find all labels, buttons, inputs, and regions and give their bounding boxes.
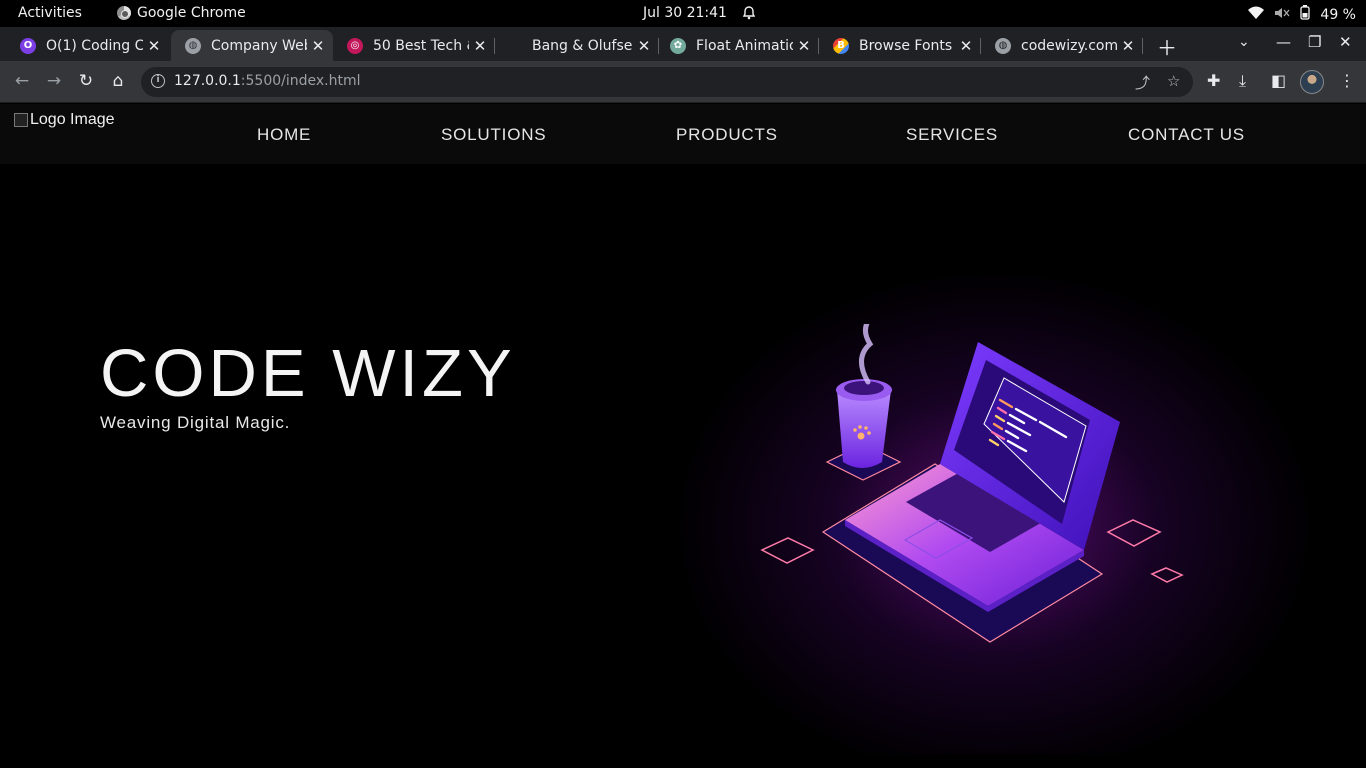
site-info-icon[interactable]: i — [151, 74, 165, 88]
url-host: 127.0.0.1 — [174, 73, 241, 89]
nav-services[interactable]: SERVICES — [906, 125, 998, 145]
tab-title: Float Animation — [696, 37, 793, 54]
floating-tile — [1150, 567, 1184, 583]
logo-alt-text: Logo Image — [30, 111, 115, 128]
hero-title: CODE WIZY — [100, 336, 516, 411]
tab-strip: O O(1) Coding Club ✕ ◍ Company Website ✕… — [0, 27, 1366, 61]
alarm-icon — [741, 5, 757, 25]
tab-title: Browse Fonts — [859, 37, 953, 54]
system-top-bar: Activities Google Chrome Jul 30 21:41 49… — [0, 0, 1366, 27]
browser-toolbar: ← → ↻ ⌂ i 127.0.0.1:5500/index.html ⤴ ☆ … — [0, 61, 1366, 103]
restore-icon[interactable]: ❐ — [1308, 33, 1321, 51]
cup-opening — [844, 381, 884, 395]
tab-float-animation[interactable]: ✿ Float Animation ✕ — [656, 30, 819, 61]
tab-bang-olufsen[interactable]: Bang & Olufsen ✕ — [497, 30, 659, 61]
home-icon[interactable]: ⌂ — [108, 71, 128, 91]
globe-icon: ◍ — [185, 37, 201, 54]
nav-solutions[interactable]: SOLUTIONS — [441, 125, 546, 145]
close-tab-icon[interactable]: ✕ — [633, 37, 655, 55]
extensions-icon[interactable]: ✚ — [1207, 71, 1220, 90]
openai-icon: ✿ — [670, 37, 686, 54]
clock[interactable]: Jul 30 21:41 — [643, 5, 727, 21]
new-tab-button[interactable]: ＋ — [1157, 32, 1177, 61]
address-bar[interactable]: i 127.0.0.1:5500/index.html ⤴ ☆ — [141, 67, 1193, 97]
globe-icon: ◍ — [995, 37, 1011, 54]
bookmark-star-icon[interactable]: ☆ — [1167, 72, 1180, 90]
share-icon[interactable]: ⤴ — [1135, 72, 1150, 93]
logo-image[interactable]: Logo Image — [14, 111, 115, 129]
system-tray[interactable]: 49 % — [1248, 5, 1356, 24]
tab-title: Bang & Olufsen — [532, 37, 633, 54]
close-tab-icon[interactable]: ✕ — [143, 37, 165, 55]
battery-icon — [1300, 5, 1311, 24]
o1-icon: O — [20, 37, 36, 54]
google-fonts-icon: B — [833, 37, 849, 54]
side-panel-icon[interactable]: ◧ — [1271, 71, 1286, 90]
minimize-icon[interactable]: — — [1276, 33, 1291, 51]
close-tab-icon[interactable]: ✕ — [469, 37, 491, 55]
tab-title: Company Website — [211, 37, 307, 54]
broken-image-icon — [14, 113, 28, 127]
close-tab-icon[interactable]: ✕ — [955, 37, 977, 55]
tab-separator — [494, 38, 495, 54]
floating-tile — [760, 537, 815, 564]
volume-muted-icon — [1274, 6, 1290, 24]
url-text[interactable]: 127.0.0.1:5500/index.html — [174, 73, 361, 89]
app-name: Google Chrome — [137, 5, 246, 21]
hero-subtitle: Weaving Digital Magic. — [100, 413, 291, 432]
close-tab-icon[interactable]: ✕ — [793, 37, 815, 55]
dribbble-icon: ◎ — [347, 37, 363, 54]
steam — [859, 324, 874, 385]
webpage: Logo Image HOME SOLUTIONS PRODUCTS SERVI… — [0, 104, 1366, 768]
tab-title: 50 Best Tech & Startup — [373, 37, 469, 54]
back-icon[interactable]: ← — [12, 71, 32, 91]
tab-codewizy[interactable]: ◍ codewizy.com ✕ — [981, 30, 1143, 61]
menu-kebab-icon[interactable]: ⋮ — [1339, 71, 1355, 90]
battery-percent: 49 % — [1320, 6, 1356, 23]
nav-home[interactable]: HOME — [257, 125, 311, 145]
activities-button[interactable]: Activities — [18, 5, 82, 21]
chrome-icon — [117, 6, 131, 20]
profile-avatar[interactable] — [1300, 70, 1324, 94]
laptop-coffee-illustration — [760, 324, 1184, 643]
close-tab-icon[interactable]: ✕ — [307, 37, 329, 55]
url-path: :5500/index.html — [240, 73, 361, 89]
tab-browse-fonts[interactable]: B Browse Fonts ✕ — [819, 30, 981, 61]
tab-title: codewizy.com — [1021, 37, 1117, 54]
tab-search-chevron-icon[interactable]: ⌄ — [1238, 34, 1250, 50]
reload-icon[interactable]: ↻ — [76, 71, 96, 91]
forward-icon[interactable]: → — [44, 71, 64, 91]
download-icon[interactable]: ⤓ — [1239, 71, 1246, 91]
tab-company-website[interactable]: ◍ Company Website ✕ — [171, 30, 333, 61]
tab-o1-coding-club[interactable]: O O(1) Coding Club ✕ — [6, 30, 169, 61]
app-menu[interactable]: Google Chrome — [117, 5, 246, 21]
floating-tile — [1106, 519, 1162, 547]
close-window-icon[interactable]: ✕ — [1339, 33, 1352, 51]
nav-contact-us[interactable]: CONTACT US — [1128, 125, 1245, 145]
site-navbar: Logo Image HOME SOLUTIONS PRODUCTS SERVI… — [0, 104, 1366, 164]
close-tab-icon[interactable]: ✕ — [1117, 37, 1139, 55]
tab-50-best-tech[interactable]: ◎ 50 Best Tech & Startup ✕ — [333, 30, 495, 61]
tab-separator — [1142, 38, 1143, 54]
tab-title: O(1) Coding Club — [46, 37, 143, 54]
wifi-icon — [1248, 6, 1265, 24]
nav-products[interactable]: PRODUCTS — [676, 125, 778, 145]
